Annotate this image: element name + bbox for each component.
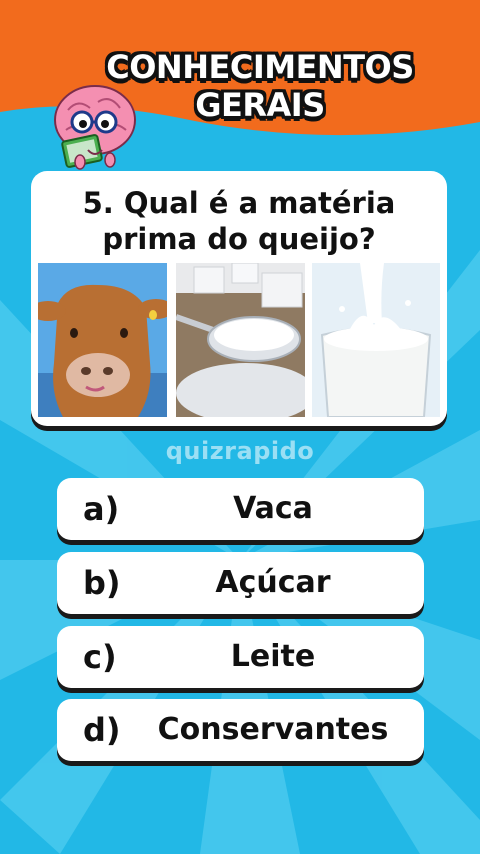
option-text: Leite (230, 639, 316, 674)
option-text: Açúcar (215, 565, 331, 600)
brain-reading-book-icon (48, 80, 142, 172)
milk-glass-photo[interactable] (312, 263, 440, 417)
sugar-spoon-photo[interactable] (176, 263, 305, 417)
option-letter: b) (83, 564, 121, 602)
question-card: 5. Qual é a matéria prima do queijo? (31, 171, 447, 426)
answer-option-a[interactable]: a) Vaca (57, 478, 424, 540)
answer-option-d[interactable]: d) Conservantes (57, 699, 424, 761)
cow-photo[interactable] (38, 263, 167, 417)
option-text: Conservantes (157, 712, 389, 747)
option-text: Vaca (233, 491, 313, 526)
option-letter: d) (83, 711, 121, 749)
option-letter: a) (83, 490, 120, 528)
question-text: 5. Qual é a matéria prima do queijo? (82, 186, 396, 256)
answer-option-b[interactable]: b) Açúcar (57, 552, 424, 614)
option-letter: c) (83, 638, 117, 676)
watermark-label: quizrapido (165, 437, 315, 465)
answer-option-c[interactable]: c) Leite (57, 626, 424, 688)
